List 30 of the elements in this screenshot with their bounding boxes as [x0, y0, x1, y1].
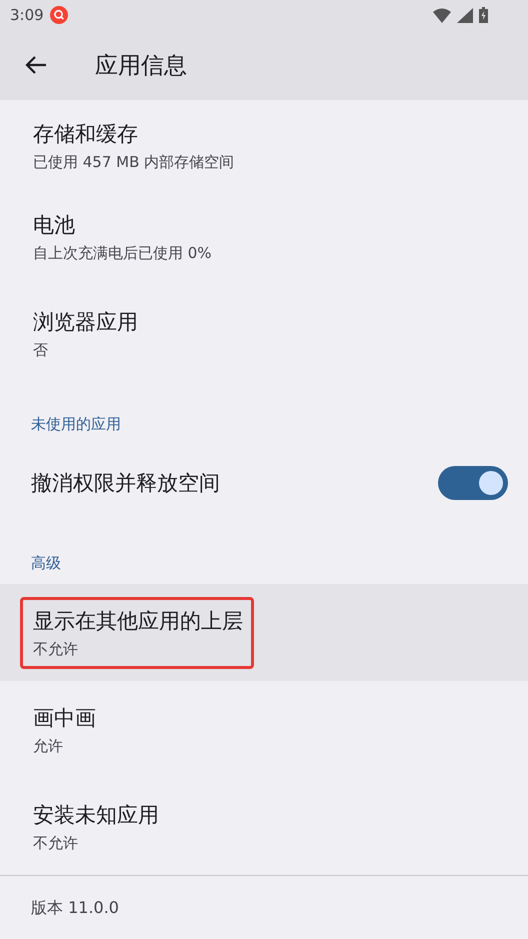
page-title: 应用信息: [95, 52, 187, 80]
wifi-icon: [433, 8, 451, 22]
item-title: 浏览器应用: [33, 308, 138, 334]
settings-item[interactable]: 存储和缓存 已使用 457 MB 内部存储空间: [0, 100, 528, 188]
toggle-switch[interactable]: [438, 466, 508, 500]
item-summary: 否: [33, 340, 49, 358]
status-time: 3:09: [10, 6, 44, 24]
settings-item[interactable]: 浏览器应用 否: [0, 285, 528, 382]
item-summary: 允许: [33, 736, 64, 754]
section-header: 高级: [31, 554, 61, 572]
back-arrow-icon: [25, 56, 47, 74]
item-title: 安装未知应用: [33, 802, 159, 828]
search-notification-icon: [50, 6, 68, 24]
battery-icon: [479, 7, 488, 23]
item-summary: 不允许: [33, 834, 79, 852]
item-title: 存储和缓存: [33, 121, 139, 147]
section-header: 未使用的应用: [31, 415, 121, 433]
item-title: 显示在其他应用的上层: [33, 608, 243, 634]
version-text: 版本 11.0.0: [31, 898, 119, 917]
settings-item[interactable]: 画中画 允许: [0, 681, 528, 778]
item-title: 画中画: [33, 704, 96, 730]
item-summary: 自上次充满电后已使用 0%: [33, 244, 212, 262]
settings-item[interactable]: 显示在其他应用的上层 不允许: [0, 584, 528, 681]
item-summary: 不允许: [33, 640, 79, 658]
signal-icon: [457, 8, 473, 22]
settings-item[interactable]: 安装未知应用 不允许: [0, 778, 528, 875]
item-title: 电池: [33, 212, 76, 238]
switch-label: 撤消权限并释放空间: [31, 470, 220, 496]
item-summary: 已使用 457 MB 内部存储空间: [33, 153, 234, 171]
settings-item[interactable]: 电池 自上次充满电后已使用 0%: [0, 188, 528, 285]
